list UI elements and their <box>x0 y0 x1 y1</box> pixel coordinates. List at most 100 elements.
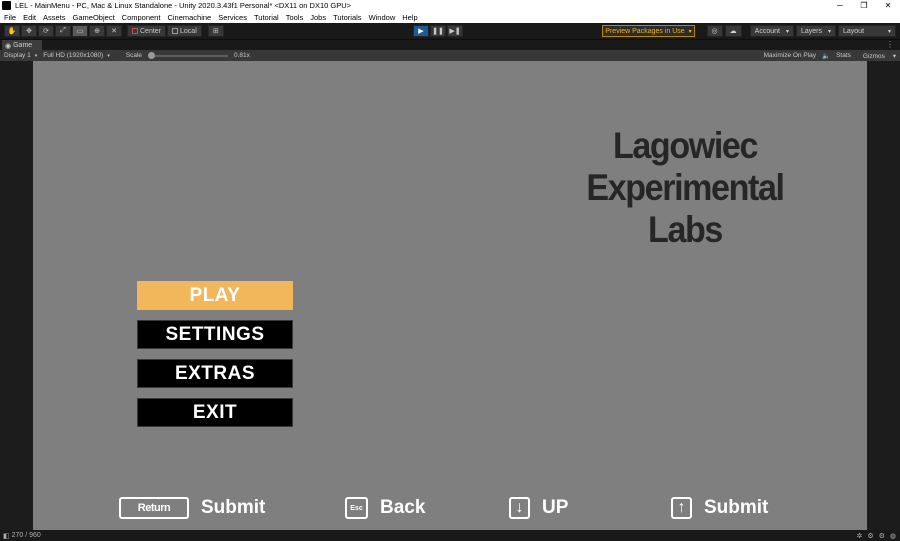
menu-tutorial[interactable]: Tutorial <box>254 13 279 22</box>
menu-gameobject[interactable]: GameObject <box>73 13 115 22</box>
status-icons: ✲ ⚙ ⚙ ◍ <box>851 530 896 541</box>
scale-label: Scale <box>125 52 143 59</box>
menu-jobs[interactable]: Jobs <box>310 13 326 22</box>
cache-server-icon[interactable]: ◍ <box>890 532 896 540</box>
scale-slider-thumb[interactable] <box>148 51 156 59</box>
maximize-button[interactable]: ❐ <box>852 1 876 10</box>
scale-tool-icon[interactable]: ⤢ <box>55 25 71 37</box>
menu-edit[interactable]: Edit <box>23 13 36 22</box>
menu-bar: File Edit Assets GameObject Component Ci… <box>0 11 900 23</box>
gear-icon[interactable]: ⚙ <box>879 532 885 540</box>
chevron-down-icon: ▾ <box>887 28 891 35</box>
hint-label: Back <box>380 497 426 518</box>
up-arrow-key-icon: ↑ <box>671 497 692 519</box>
game-view-options: Maximize On Play 🔈 Stats Gizmos ▾ <box>758 50 896 61</box>
game-view-toolbar: Display 1 ▾ Full HD (1920x1080) ▾ Scale … <box>0 50 900 61</box>
collab-button[interactable]: ◎ <box>706 25 723 37</box>
scale-control: Scale 0.81x <box>125 51 250 59</box>
esc-key-icon: Esc <box>345 497 368 519</box>
menu-tutorials[interactable]: Tutorials <box>333 13 361 22</box>
input-hint-back-esc: Esc Back <box>345 495 425 521</box>
pivot-local-label: Local <box>180 27 197 35</box>
transform-tool-icon[interactable]: ⊕ <box>89 25 105 37</box>
hand-tool-icon[interactable]: ✋ <box>4 25 20 37</box>
menu-cinemachine[interactable]: Cinemachine <box>167 13 211 22</box>
layout-dropdown[interactable]: Layout ▾ <box>838 25 896 37</box>
chevron-down-icon: ▾ <box>827 28 831 35</box>
input-hint-up-down: ↓ UP <box>509 495 568 521</box>
layers-dropdown[interactable]: Layers ▾ <box>795 25 836 37</box>
pivot-icon <box>132 28 138 34</box>
hint-label: Submit <box>201 497 266 518</box>
input-hint-submit-return: Return Submit <box>119 495 265 521</box>
bug-icon[interactable]: ✲ <box>856 532 862 540</box>
play-menu-button[interactable]: PLAY <box>137 281 293 310</box>
local-space-icon <box>172 28 179 34</box>
account-label: Account <box>754 27 780 35</box>
account-dropdown[interactable]: Account ▾ <box>749 25 794 37</box>
minimize-button[interactable]: ─ <box>828 1 852 10</box>
status-text: 270 / 960 <box>11 532 41 539</box>
chevron-down-icon: ▾ <box>688 28 692 35</box>
tab-menu-icon[interactable]: ⋮ <box>886 40 894 49</box>
settings-menu-button[interactable]: SETTINGS <box>137 320 293 349</box>
input-hint-submit-up: ↑ Submit <box>671 495 768 521</box>
pivot-local-toggle[interactable]: Local <box>167 25 202 37</box>
game-tab-bar: ◉ Game ⋮ <box>0 39 900 51</box>
custom-tool-icon[interactable]: ✕ <box>106 25 122 37</box>
menu-tools[interactable]: Tools <box>286 13 304 22</box>
menu-file[interactable]: File <box>4 13 16 22</box>
exit-menu-button[interactable]: EXIT <box>137 398 293 427</box>
game-title-line: Labs <box>648 209 723 250</box>
scale-value: 0.81x <box>234 52 250 59</box>
status-bar: ◧ 270 / 960 ✲ ⚙ ⚙ ◍ <box>0 530 900 541</box>
hint-label: UP <box>542 497 569 518</box>
menu-help[interactable]: Help <box>402 13 417 22</box>
menu-assets[interactable]: Assets <box>43 13 66 22</box>
menu-window[interactable]: Window <box>369 13 396 22</box>
menu-services[interactable]: Services <box>218 13 247 22</box>
chevron-down-icon: ▾ <box>892 52 896 60</box>
down-arrow-key-icon: ↓ <box>509 497 530 519</box>
play-controls: ▶ ❚❚ ▶❚ <box>413 25 464 37</box>
progress-icon: ◧ <box>3 532 10 540</box>
move-tool-icon[interactable]: ✥ <box>21 25 37 37</box>
chevron-down-icon: ▾ <box>107 52 110 59</box>
maximize-on-play-toggle[interactable]: Maximize On Play <box>764 52 816 59</box>
preview-packages-dropdown[interactable]: Preview Packages in Use ▾ <box>602 25 695 37</box>
resolution-label: Full HD (1920x1080) <box>43 52 104 59</box>
menu-component[interactable]: Component <box>122 13 161 22</box>
pause-button[interactable]: ❚❚ <box>430 25 446 37</box>
grid-snap-icon[interactable]: ⊞ <box>207 25 224 37</box>
game-title-line: Lagowiec <box>612 125 758 166</box>
cloud-button[interactable]: ☁ <box>724 25 742 37</box>
chevron-down-icon: ▾ <box>34 52 38 59</box>
rect-tool-icon[interactable]: ▭ <box>72 25 88 37</box>
hint-label: Submit <box>704 497 769 518</box>
pivot-center-toggle[interactable]: Center <box>127 25 167 37</box>
scale-slider[interactable] <box>148 51 229 59</box>
return-key-icon: Return <box>119 497 189 519</box>
gizmos-dropdown[interactable]: Gizmos ▾ <box>857 52 896 60</box>
rotate-tool-icon[interactable]: ⟳ <box>38 25 54 37</box>
toolbar-right: ◎ ☁ Account ▾ Layers ▾ Layout ▾ <box>705 25 896 37</box>
unity-logo-icon <box>2 1 11 10</box>
display-dropdown[interactable]: Display 1 ▾ <box>4 52 37 59</box>
chevron-down-icon: ▾ <box>785 28 789 35</box>
extras-menu-button[interactable]: EXTRAS <box>137 359 293 388</box>
window-title: LEL - MainMenu - PC, Mac & Linux Standal… <box>15 1 352 10</box>
mute-audio-icon[interactable]: 🔈 <box>822 52 830 60</box>
step-button[interactable]: ▶❚ <box>447 25 463 37</box>
stats-toggle[interactable]: Stats <box>836 52 851 59</box>
play-button[interactable]: ▶ <box>413 25 429 37</box>
resolution-dropdown[interactable]: Full HD (1920x1080) ▾ <box>43 52 110 59</box>
display-label: Display 1 <box>4 52 31 59</box>
tab-game-label: Game <box>13 42 33 49</box>
settings-icon[interactable]: ⚙ <box>867 532 873 540</box>
close-button[interactable]: ✕ <box>876 1 900 10</box>
game-view-icon: ◉ <box>5 42 12 50</box>
pivot-center-label: Center <box>140 27 162 35</box>
window-title-bar: LEL - MainMenu - PC, Mac & Linux Standal… <box>0 0 900 11</box>
cloud-icon: ☁ <box>729 28 737 35</box>
game-title-line: Experimental <box>586 167 785 208</box>
